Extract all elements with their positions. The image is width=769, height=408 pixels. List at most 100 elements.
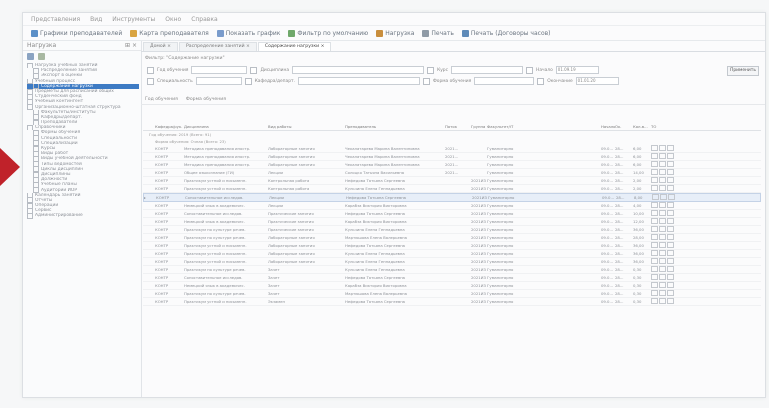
end-checkbox[interactable] bbox=[537, 77, 545, 85]
discipline-input[interactable] bbox=[292, 66, 425, 74]
row-checkbox[interactable] bbox=[659, 185, 666, 191]
row-checkbox[interactable] bbox=[667, 274, 674, 280]
column-header[interactable]: Дисциплина bbox=[184, 124, 268, 129]
row-checkbox[interactable] bbox=[667, 202, 674, 208]
end-date-input[interactable]: 01.01.20 bbox=[575, 77, 619, 85]
row-checkbox[interactable] bbox=[667, 161, 674, 167]
form-input[interactable] bbox=[474, 77, 535, 85]
discipline-checkbox[interactable] bbox=[250, 66, 258, 74]
row-checkbox[interactable] bbox=[659, 226, 666, 232]
table-row[interactable]: КОНТР Практикум устной и письменн. Лаборат… bbox=[143, 250, 761, 258]
toolbar-button[interactable]: Нагрузка bbox=[376, 29, 414, 37]
start-checkbox[interactable] bbox=[526, 66, 534, 74]
toolbar-button[interactable]: Печать (Договоры часов) bbox=[461, 29, 551, 37]
row-checkbox[interactable] bbox=[659, 298, 666, 304]
row-checkbox[interactable] bbox=[651, 177, 658, 183]
row-checkbox[interactable] bbox=[660, 194, 667, 200]
row-checkbox[interactable] bbox=[667, 298, 674, 304]
row-checkbox[interactable] bbox=[651, 234, 658, 240]
column-header[interactable]: Кафедра/рук. bbox=[155, 124, 184, 129]
row-checkbox[interactable] bbox=[651, 202, 658, 208]
row-checkbox[interactable] bbox=[651, 274, 658, 280]
specialty-checkbox[interactable] bbox=[147, 77, 154, 85]
department-checkbox[interactable] bbox=[244, 77, 252, 85]
row-checkbox[interactable] bbox=[651, 258, 658, 264]
menu-item[interactable]: Инструменты bbox=[112, 16, 155, 23]
row-checkbox[interactable] bbox=[651, 290, 658, 296]
row-checkbox[interactable] bbox=[651, 266, 658, 272]
settings-icon[interactable] bbox=[38, 52, 45, 60]
row-checkbox[interactable] bbox=[667, 226, 674, 232]
column-header[interactable]: Т bbox=[511, 124, 601, 129]
toolbar-button[interactable]: Фильтр по умолчанию bbox=[288, 29, 368, 37]
table-row[interactable]: КОНТР Немецкий язык в академичес. Практиче… bbox=[143, 218, 761, 226]
toolbar-button[interactable]: Карта преподавателя bbox=[130, 29, 209, 37]
toolbar-button[interactable]: Показать график bbox=[216, 29, 280, 37]
table-row[interactable]: КОНТР Сопоставительное исследов. Зачет Нефе… bbox=[143, 274, 761, 282]
form-checkbox[interactable] bbox=[422, 77, 430, 85]
row-checkbox[interactable] bbox=[659, 234, 666, 240]
row-checkbox[interactable] bbox=[659, 218, 666, 224]
table-row[interactable]: КОНТР Сопоставительное исследов. Практичес… bbox=[143, 210, 761, 218]
refresh-icon[interactable] bbox=[27, 52, 34, 60]
row-checkbox[interactable] bbox=[667, 258, 674, 264]
row-checkbox[interactable] bbox=[667, 153, 674, 159]
table-row[interactable]: КОНТР Методика преподавания иностр. Лабора… bbox=[143, 145, 761, 153]
row-checkbox[interactable] bbox=[667, 218, 674, 224]
row-checkbox[interactable] bbox=[667, 169, 674, 175]
row-checkbox[interactable] bbox=[659, 153, 666, 159]
group-row-form[interactable]: Форма обучения: Очная (Всего: 23) bbox=[143, 138, 761, 145]
row-checkbox[interactable] bbox=[651, 242, 658, 248]
table-row[interactable]: КОНТР Немецкий язык в академичес. Зачет Кар… bbox=[143, 282, 761, 290]
department-input[interactable] bbox=[297, 77, 420, 85]
row-checkbox[interactable] bbox=[659, 242, 666, 248]
table-row[interactable]: КОНТР Практикум устной и письменн. Лаборат… bbox=[143, 242, 761, 250]
table-row[interactable]: КОНТР Практикум устной и письменн. Экзамен… bbox=[143, 298, 761, 306]
row-checkbox[interactable] bbox=[659, 274, 666, 280]
row-checkbox[interactable] bbox=[667, 266, 674, 272]
toolbar-button[interactable]: Печать bbox=[422, 29, 454, 37]
column-header[interactable]: Ок. bbox=[615, 124, 633, 129]
row-checkbox[interactable] bbox=[651, 218, 658, 224]
year-input[interactable] bbox=[191, 66, 248, 74]
tab[interactable]: Распределение занятий × bbox=[178, 42, 257, 51]
row-checkbox[interactable] bbox=[667, 210, 674, 216]
row-checkbox[interactable] bbox=[659, 145, 666, 151]
row-checkbox[interactable] bbox=[667, 242, 674, 248]
course-checkbox[interactable] bbox=[427, 66, 435, 74]
column-header[interactable]: Группа bbox=[471, 124, 487, 129]
column-header[interactable]: Преподаватель bbox=[345, 124, 445, 129]
row-checkbox[interactable] bbox=[659, 250, 666, 256]
table-row[interactable]: КОНТР Практикум по культуре речев. Практич… bbox=[143, 226, 761, 234]
table-row[interactable]: КОНТР Практикум по культуре речев. Зачет Ку… bbox=[143, 266, 761, 274]
menu-item[interactable]: Окно bbox=[165, 16, 181, 23]
table-row[interactable]: КОНТР Общее языкознание (ГИ) Лекции Солоцко… bbox=[143, 169, 761, 177]
group-form-chip[interactable]: Форма обучения bbox=[186, 97, 226, 102]
table-row[interactable]: КОНТР Практикум устной и письменн. Лаборат… bbox=[143, 258, 761, 266]
group-year-chip[interactable]: Год обучения bbox=[145, 97, 178, 102]
row-checkbox[interactable] bbox=[659, 169, 666, 175]
column-header[interactable]: Кол-в... bbox=[633, 124, 651, 129]
table-row[interactable]: КОНТР Практикум по культуре речев. Зачет Ма… bbox=[143, 290, 761, 298]
row-checkbox[interactable] bbox=[667, 177, 674, 183]
row-checkbox[interactable] bbox=[659, 290, 666, 296]
menu-item[interactable]: Вид bbox=[90, 16, 102, 23]
row-checkbox[interactable] bbox=[659, 202, 666, 208]
row-checkbox[interactable] bbox=[659, 266, 666, 272]
group-row-year[interactable]: Год обучения: 2019 (Всего: 91) bbox=[143, 131, 761, 138]
row-checkbox[interactable] bbox=[668, 194, 675, 200]
row-checkbox[interactable] bbox=[651, 145, 658, 151]
start-date-input[interactable]: 01.09.19 bbox=[555, 66, 599, 74]
row-checkbox[interactable] bbox=[659, 210, 666, 216]
row-checkbox[interactable] bbox=[667, 234, 674, 240]
menu-item[interactable]: Справка bbox=[191, 16, 217, 23]
menu-item[interactable]: Представления bbox=[31, 16, 80, 23]
apply-button[interactable]: Применить bbox=[727, 66, 759, 76]
column-header[interactable]: ТО bbox=[651, 124, 679, 129]
row-checkbox[interactable] bbox=[652, 194, 659, 200]
row-checkbox[interactable] bbox=[667, 185, 674, 191]
row-checkbox[interactable] bbox=[667, 290, 674, 296]
table-row[interactable]: КОНТР Практикум по культуре речев. Лаборат… bbox=[143, 234, 761, 242]
row-checkbox[interactable] bbox=[667, 250, 674, 256]
column-header[interactable]: Вид работы bbox=[268, 124, 345, 129]
